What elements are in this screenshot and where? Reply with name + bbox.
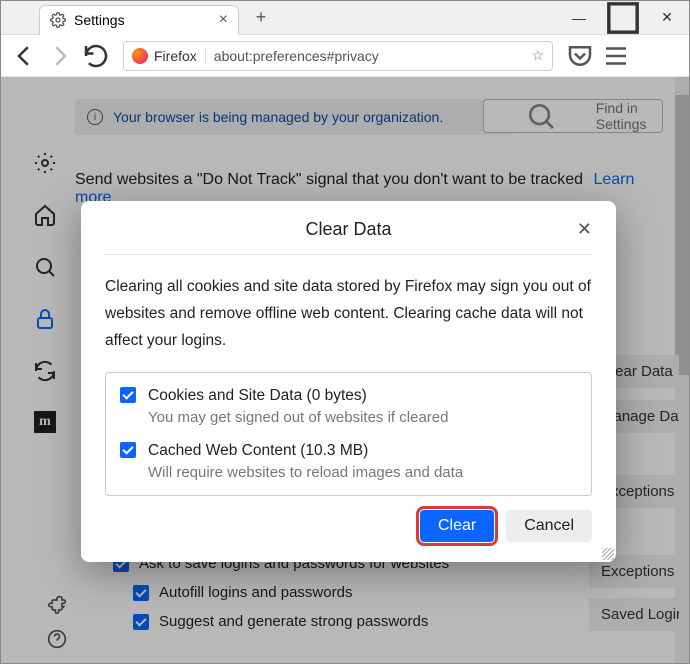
browser-tab[interactable]: Settings × xyxy=(39,5,239,35)
dialog-title: Clear Data xyxy=(305,219,391,239)
new-tab-button[interactable]: + xyxy=(249,7,273,28)
cache-option-row[interactable]: Cached Web Content (10.3 MB) xyxy=(120,442,577,460)
address-bar[interactable]: Firefox about:preferences#privacy ☆ xyxy=(123,41,553,71)
pocket-icon[interactable] xyxy=(565,41,595,71)
forward-button[interactable] xyxy=(45,41,75,71)
content-area: m i Your browser is being managed by you… xyxy=(1,77,689,663)
app-menu-button[interactable] xyxy=(601,41,631,71)
clear-data-dialog: Clear Data ✕ Clearing all cookies and si… xyxy=(81,201,616,562)
checkbox-checked-icon xyxy=(120,387,136,403)
cancel-button[interactable]: Cancel xyxy=(506,510,592,542)
gear-icon xyxy=(50,12,66,28)
url-text: about:preferences#privacy xyxy=(214,48,532,64)
cookies-option-row[interactable]: Cookies and Site Data (0 bytes) xyxy=(120,387,577,405)
clear-button[interactable]: Clear xyxy=(420,510,494,542)
window-minimize-button[interactable]: — xyxy=(557,1,601,35)
window-close-button[interactable]: ✕ xyxy=(645,1,689,35)
dialog-close-button[interactable]: ✕ xyxy=(577,219,592,240)
firefox-logo-icon xyxy=(132,48,148,64)
resize-grip-icon[interactable] xyxy=(602,548,614,560)
reload-button[interactable] xyxy=(81,41,111,71)
cache-option-label: Cached Web Content (10.3 MB) xyxy=(148,442,368,460)
cache-option-hint: Will require websites to reload images a… xyxy=(148,464,577,481)
window-maximize-button[interactable] xyxy=(601,1,645,35)
identity-label: Firefox xyxy=(154,48,206,64)
options-group: Cookies and Site Data (0 bytes) You may … xyxy=(105,372,592,496)
dialog-body-text: Clearing all cookies and site data store… xyxy=(105,255,592,372)
back-button[interactable] xyxy=(9,41,39,71)
cookies-option-label: Cookies and Site Data (0 bytes) xyxy=(148,387,367,405)
checkbox-checked-icon xyxy=(120,442,136,458)
bookmark-star-icon[interactable]: ☆ xyxy=(531,47,544,64)
tab-close-icon[interactable]: × xyxy=(219,11,228,29)
browser-toolbar: Firefox about:preferences#privacy ☆ xyxy=(1,35,689,77)
cookies-option-hint: You may get signed out of websites if cl… xyxy=(148,409,577,426)
tab-title: Settings xyxy=(74,12,125,28)
window-titlebar: Settings × + — ✕ xyxy=(1,1,689,35)
